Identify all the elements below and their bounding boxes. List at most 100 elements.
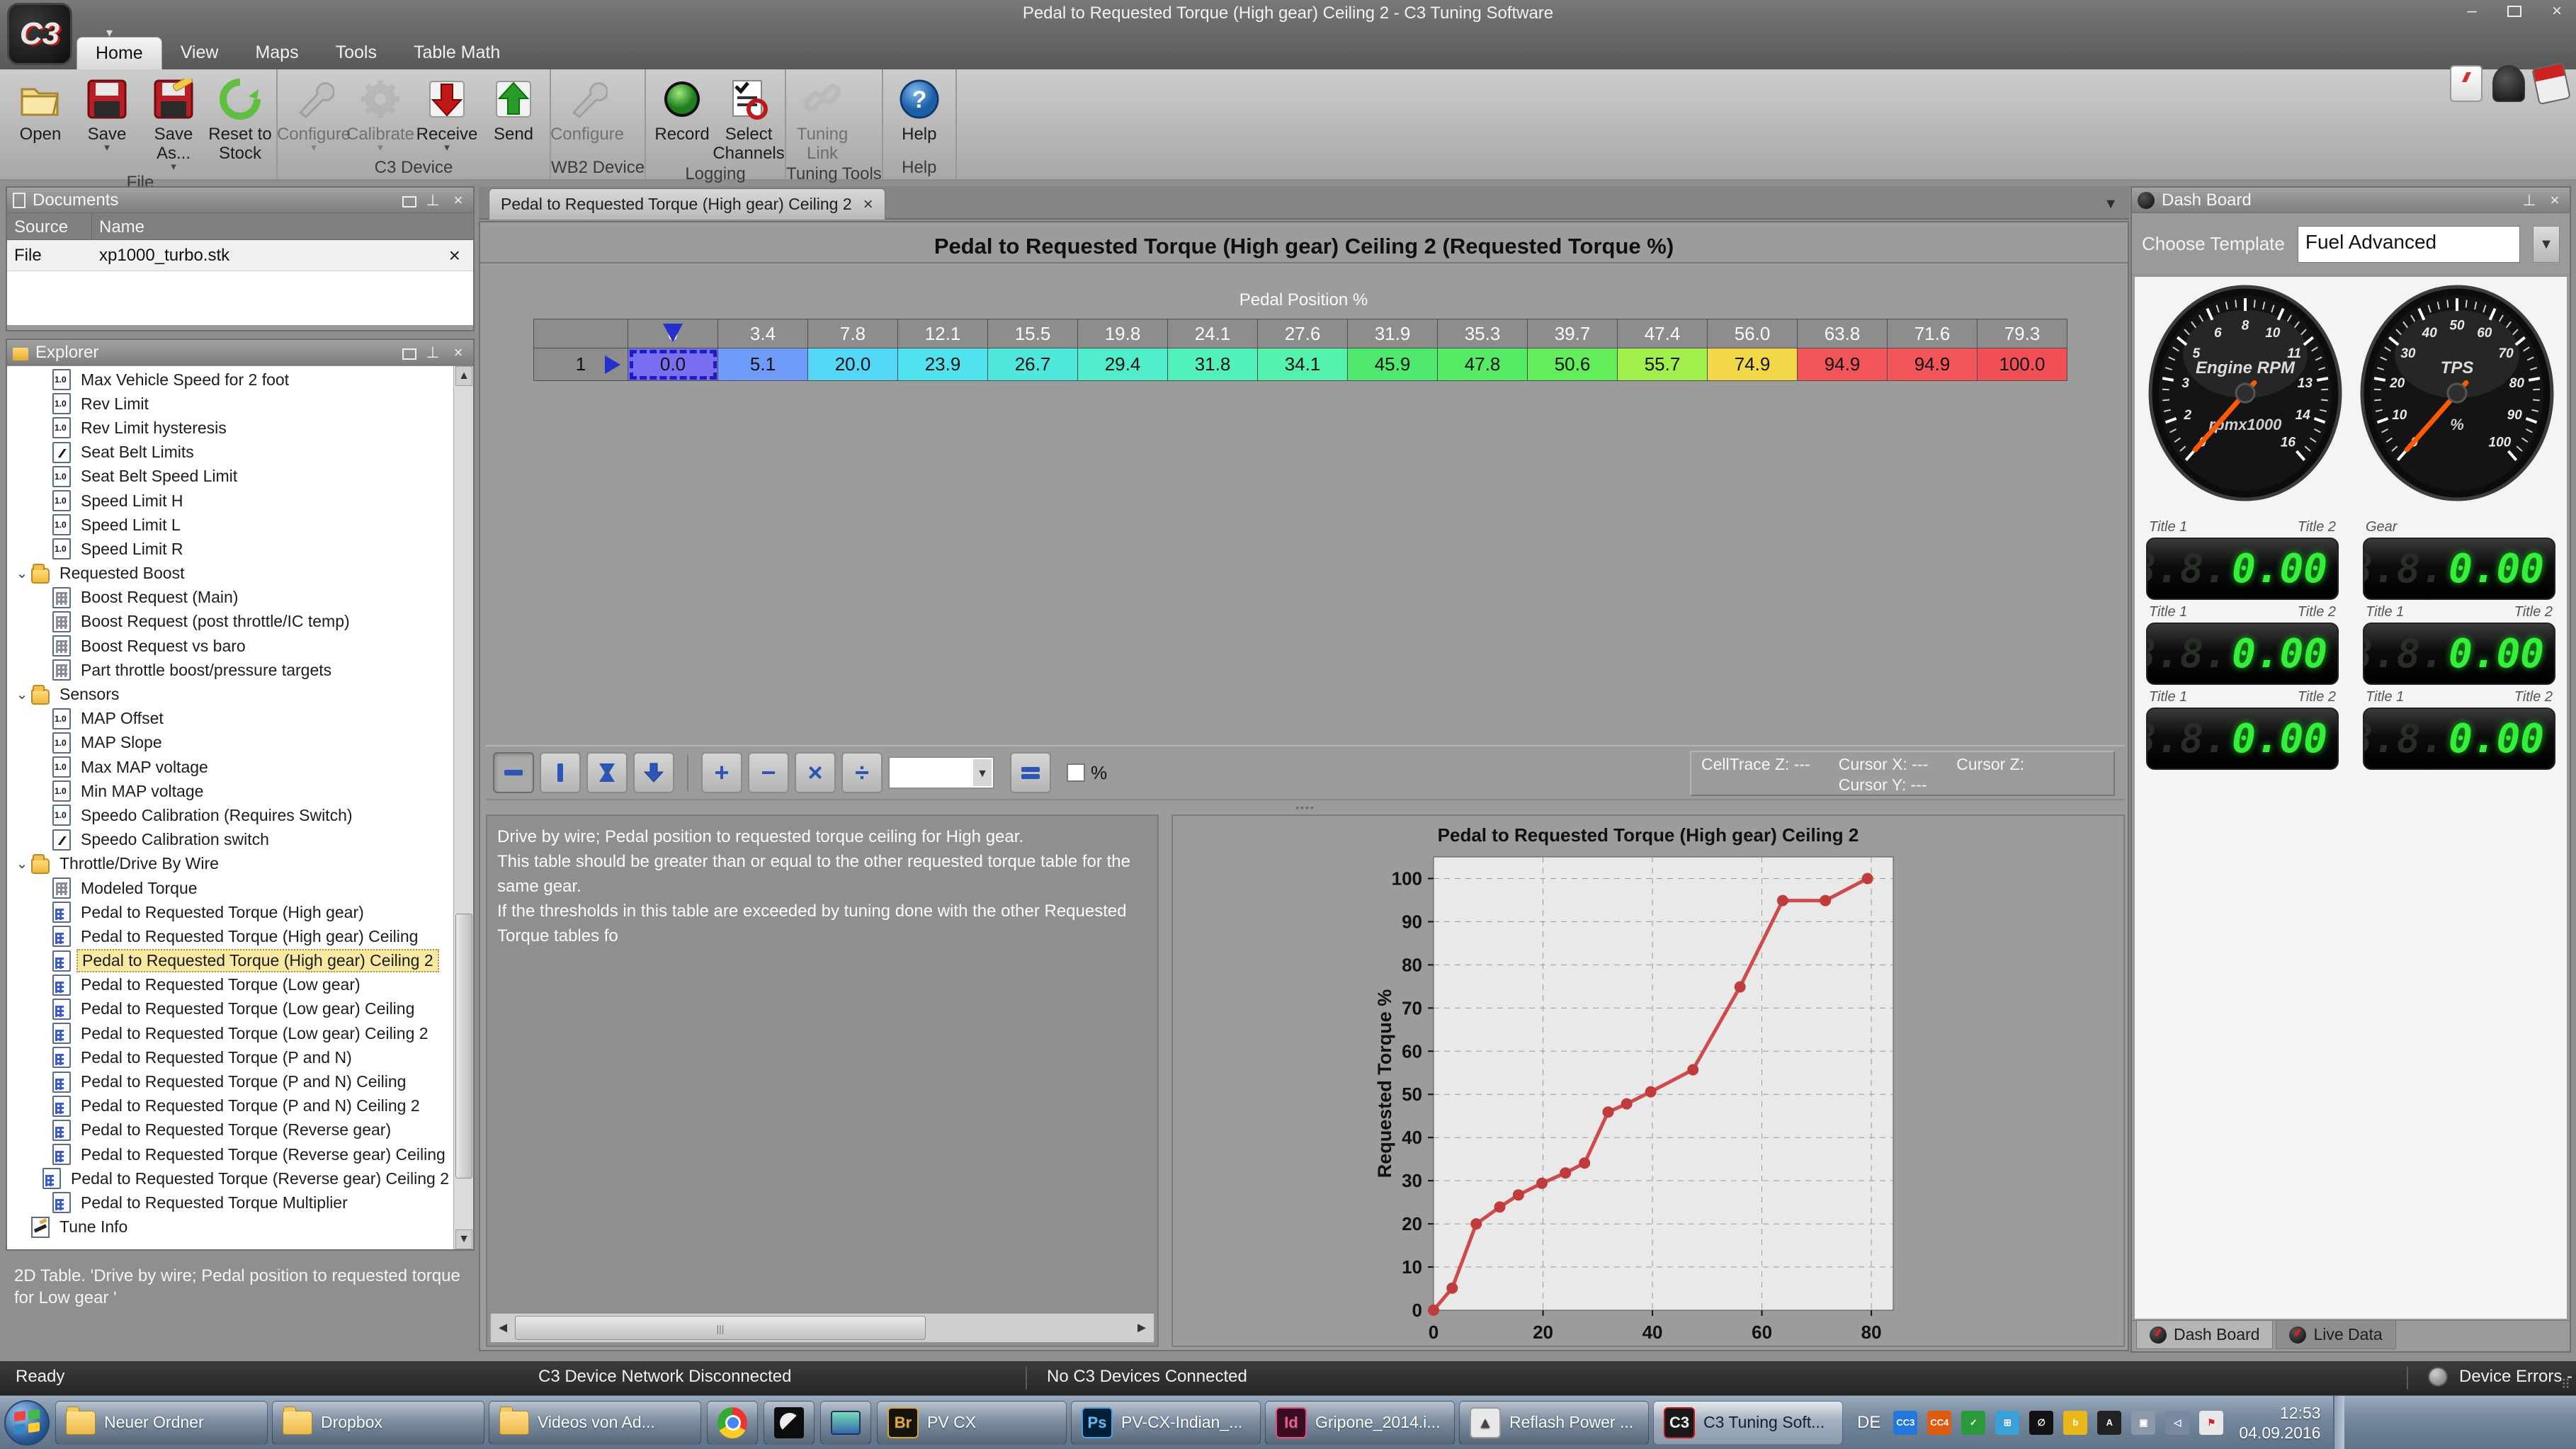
menu-home[interactable]: Home [76,37,162,69]
tree-item-pedal-to-requested-torque-high-gear-ceiling[interactable]: Pedal to Requested Torque (High gear) Ce… [7,924,453,948]
percent-checkbox[interactable] [1067,763,1085,782]
tree-item-pedal-to-requested-torque-reverse-gear-[interactable]: Pedal to Requested Torque (Reverse gear) [7,1118,453,1142]
taskbar-folder-videos-von-ad-[interactable]: Videos von Ad... [489,1401,701,1445]
fill-down-button[interactable] [633,752,674,793]
value-input[interactable]: ▼ [888,756,994,789]
col-header-63.8[interactable]: 63.8 [1798,319,1888,348]
tree-item-pedal-to-requested-torque-p-and-n-[interactable]: Pedal to Requested Torque (P and N) [7,1045,453,1069]
tree-item-part-throttle-boost-pressure-targets[interactable]: Part throttle boost/pressure targets [7,658,453,682]
open-button[interactable]: Open [7,74,74,171]
tree-item-pedal-to-requested-torque-low-gear-[interactable]: Pedal to Requested Torque (Low gear) [7,973,453,997]
cc3-icon[interactable]: CC3 [1893,1411,1917,1435]
template-select[interactable]: Fuel Advanced [2298,226,2520,263]
tree-item-rev-limit[interactable]: Rev Limit [7,392,453,416]
explorer-pin-icon[interactable]: ⊥ [424,343,442,362]
scrollbar-thumb[interactable] [455,914,472,1178]
explorer-close-icon[interactable]: × [449,343,467,362]
chevron-down-icon[interactable]: ⌄ [13,855,31,873]
tree-item-pedal-to-requested-torque-high-gear-[interactable]: Pedal to Requested Torque (High gear) [7,900,453,924]
dash-tab-dash-board[interactable]: Dash Board [2136,1321,2273,1349]
tree-item-speedo-calibration-switch[interactable]: Speedo Calibration switch [7,828,453,852]
tree-item-tune-info[interactable]: Tune Info [7,1215,453,1239]
tree-item-min-map-voltage[interactable]: Min MAP voltage [7,779,453,803]
taskbar-app-pv-cx[interactable]: BrPV CX [877,1401,1067,1445]
col-header-35.3[interactable]: 35.3 [1438,319,1528,348]
reset-to-stock-button[interactable]: Reset to Stock [207,74,273,171]
tree-item-speed-limit-l[interactable]: Speed Limit L [7,513,453,537]
tree-item-max-vehicle-speed-for-2-foot[interactable]: Max Vehicle Speed for 2 foot [7,368,453,392]
col-header-19.8[interactable]: 19.8 [1078,319,1168,348]
table-cell-2[interactable]: 20.0 [808,348,898,381]
c3-tray-icon[interactable]: ∅ [2029,1411,2053,1435]
tab-list-dropdown-icon[interactable]: ▼ [2104,196,2118,212]
tree-item-pedal-to-requested-torque-p-and-n-ceiling[interactable]: Pedal to Requested Torque (P and N) Ceil… [7,1069,453,1093]
menu-table-math[interactable]: Table Math [395,37,518,69]
chevron-down-icon[interactable]: ⌄ [13,564,31,582]
table-cell-12[interactable]: 74.9 [1708,348,1798,381]
document-row[interactable]: File xp1000_turbo.stk × [7,240,473,271]
help-button[interactable]: ?Help [886,74,953,157]
taskbar-app-reflash-power-[interactable]: ▲Reflash Power ... [1459,1401,1649,1445]
table-cell-8[interactable]: 45.9 [1348,348,1438,381]
tree-item-pedal-to-requested-torque-reverse-gear-ceiling-2[interactable]: Pedal to Requested Torque (Reverse gear)… [7,1166,453,1191]
col-header-79.3[interactable]: 79.3 [1978,319,2067,348]
table-cell-7[interactable]: 34.1 [1258,348,1348,381]
app-tray-icon[interactable]: A [2097,1411,2121,1435]
cc4-icon[interactable]: CC4 [1927,1411,1951,1435]
col-header-24.1[interactable]: 24.1 [1168,319,1258,348]
tree-item-speedo-calibration-requires-switch-[interactable]: Speedo Calibration (Requires Switch) [7,803,453,827]
col-header-0[interactable]: 0 [628,319,718,348]
table-cell-6[interactable]: 31.8 [1168,348,1258,381]
network-icon[interactable]: ▣ [2131,1411,2155,1435]
tree-item-rev-limit-hysteresis[interactable]: Rev Limit hysteresis [7,416,453,440]
tree-item-pedal-to-requested-torque-p-and-n-ceiling-2[interactable]: Pedal to Requested Torque (P and N) Ceil… [7,1094,453,1118]
tree-item-pedal-to-requested-torque-multiplier[interactable]: Pedal to Requested Torque Multiplier [7,1191,453,1215]
taskbar-remote-button[interactable] [820,1401,871,1445]
col-header-7.8[interactable]: 7.8 [808,319,898,348]
col-header-71.6[interactable]: 71.6 [1888,319,1978,348]
row-header[interactable]: 1 [534,348,628,381]
tree-item-pedal-to-requested-torque-low-gear-ceiling[interactable]: Pedal to Requested Torque (Low gear) Cei… [7,997,453,1021]
tree-item-boost-request-vs-baro[interactable]: Boost Request vs baro [7,634,453,658]
divide-value-button[interactable]: ÷ [841,752,883,793]
horizontal-splitter[interactable]: ▪▪▪▪ [486,805,2125,813]
action-center-flag-icon[interactable]: ⚑ [2199,1411,2223,1435]
receive-button[interactable]: Receive▾ [414,74,480,157]
menu-maps[interactable]: Maps [237,37,317,69]
minimize-button[interactable]: – [2460,3,2484,21]
start-button[interactable] [4,1400,50,1445]
windows-update-icon[interactable]: ⊞ [1995,1411,2019,1435]
tree-item-speed-limit-r[interactable]: Speed Limit R [7,537,453,561]
set-value-button[interactable] [1010,752,1051,793]
tree-item-seat-belt-limits[interactable]: Seat Belt Limits [7,441,453,465]
save-button[interactable]: Save▾ [74,74,140,171]
taskbar-c3-black-button[interactable] [764,1401,815,1445]
col-header-3.4[interactable]: 3.4 [718,319,808,348]
documents-pin-icon[interactable]: ⊥ [424,191,442,210]
documents-maximize-icon[interactable] [402,196,416,208]
tree-item-map-slope[interactable]: MAP Slope [7,731,453,755]
scroll-down-icon[interactable]: ▼ [455,1229,472,1249]
shield-check-icon[interactable]: ✓ [1961,1411,1985,1435]
table-cell-4[interactable]: 26.7 [988,348,1078,381]
col-header-47.4[interactable]: 47.4 [1618,319,1708,348]
table-cell-15[interactable]: 100.0 [1978,348,2067,381]
bee-icon[interactable]: b [2063,1411,2087,1435]
tree-item-map-offset[interactable]: MAP Offset [7,707,453,731]
table-cell-11[interactable]: 55.7 [1618,348,1708,381]
language-indicator[interactable]: DE [1857,1413,1880,1433]
send-button[interactable]: Send [480,74,547,157]
explorer-scrollbar[interactable]: ▲ ▼ [453,366,473,1249]
dash-tab-live-data[interactable]: Live Data [2276,1321,2395,1349]
close-button[interactable]: × [2545,3,2569,21]
taskbar-app-pv-cx-indian-[interactable]: PsPV-CX-Indian_... [1071,1401,1261,1445]
table-cell-3[interactable]: 23.9 [898,348,988,381]
add-value-button[interactable]: + [701,752,742,793]
description-hscrollbar[interactable]: ◄ ||| ► [490,1313,1154,1343]
hscroll-thumb[interactable]: ||| [515,1316,926,1340]
scroll-left-icon[interactable]: ◄ [492,1315,514,1341]
tree-item-throttle-drive-by-wire[interactable]: ⌄Throttle/Drive By Wire [7,852,453,876]
table-cell-14[interactable]: 94.9 [1888,348,1978,381]
tab-pedal-to-requested-torque[interactable]: Pedal to Requested Torque (High gear) Ce… [489,188,885,220]
maximize-button[interactable] [2502,3,2526,21]
